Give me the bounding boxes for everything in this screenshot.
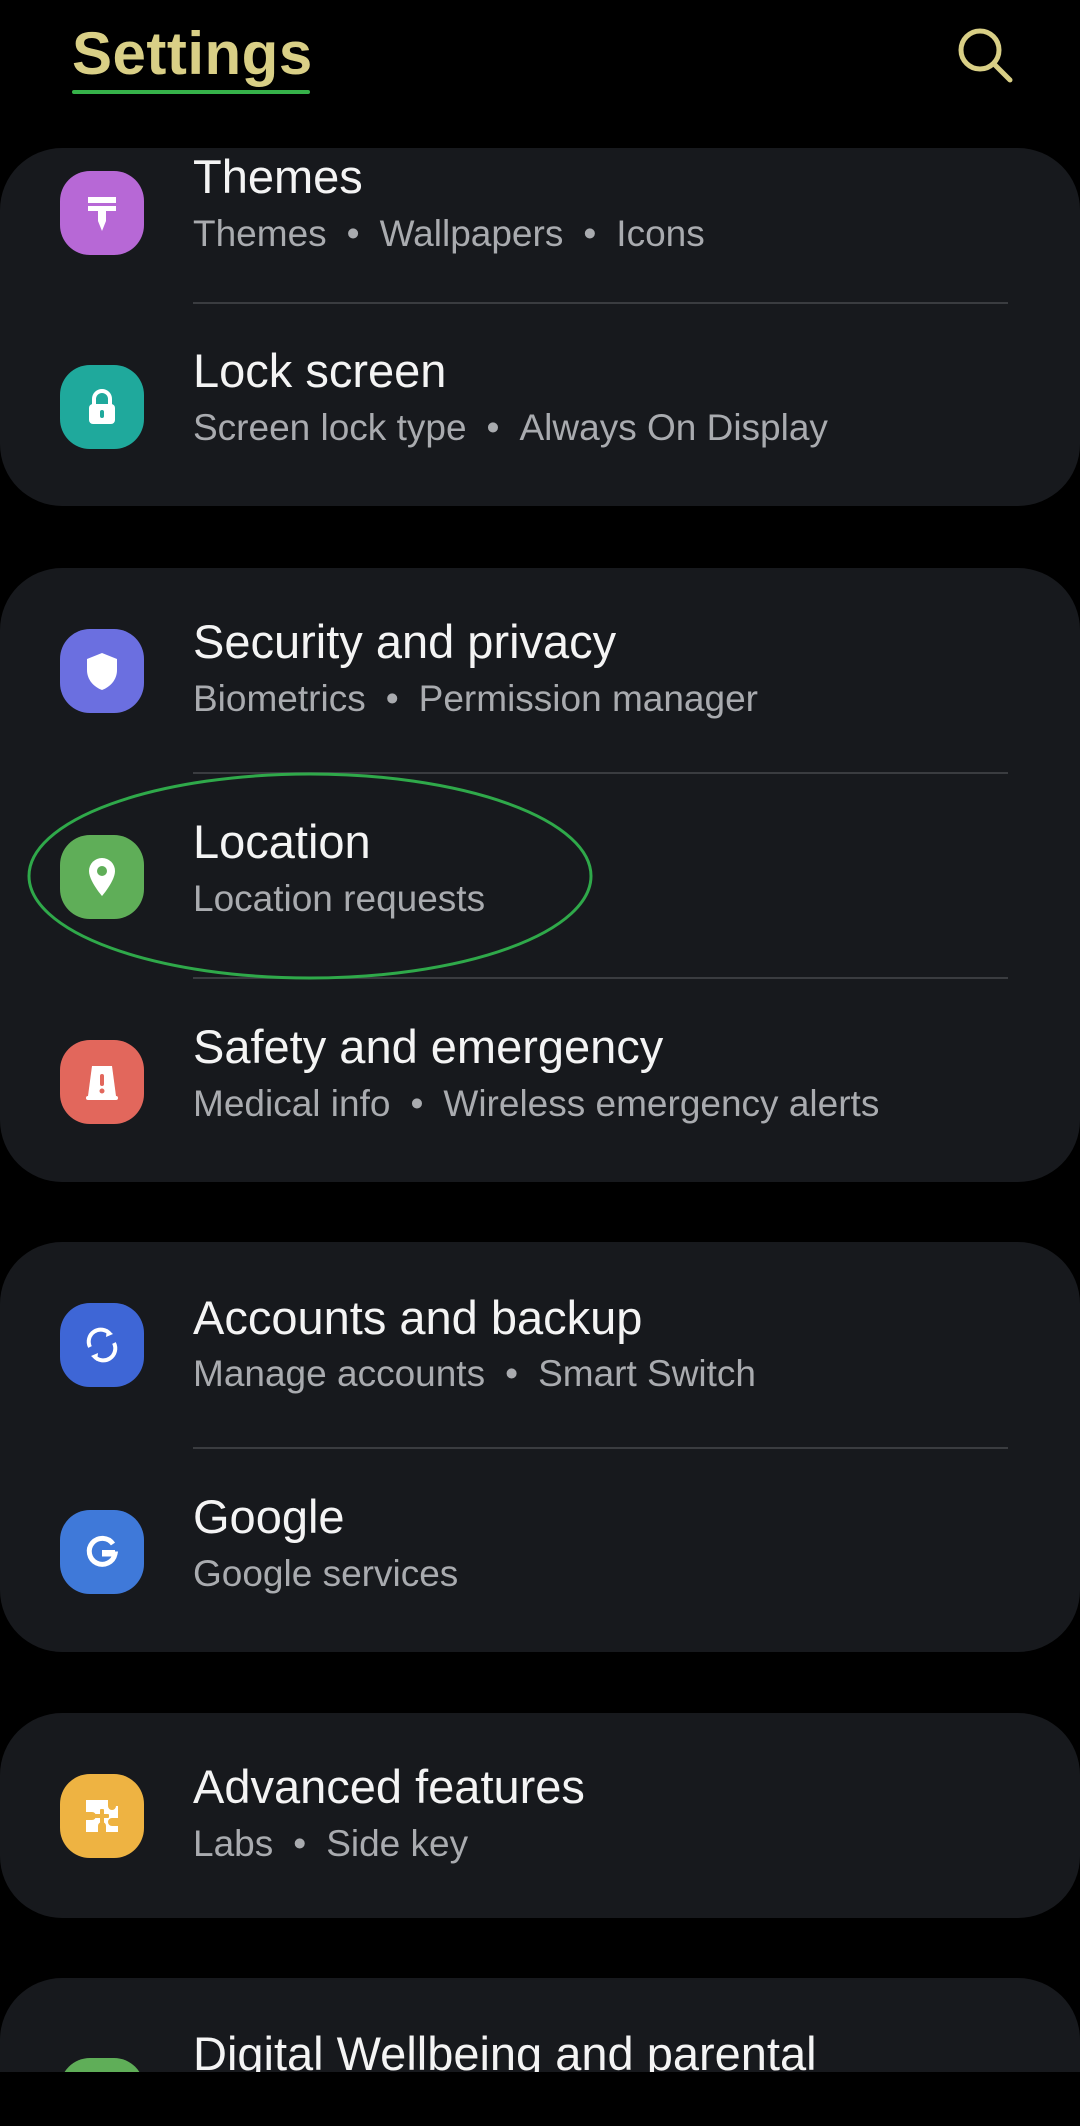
paint-brush-icon [60,170,144,255]
location-pin-icon [60,834,144,919]
settings-item-subtitle: Medical info • Wireless emergency alerts [193,1083,880,1124]
settings-item-title: Lock screen [193,344,447,397]
settings-item-subtitle: Screen lock type • Always On Display [193,407,828,448]
settings-item-title: Accounts and backup [193,1291,643,1344]
settings-group-advanced: Advanced features Labs • Side key [0,1713,1080,1918]
lock-icon [60,364,144,449]
settings-item-title: Themes [193,150,363,203]
google-g-icon [60,1509,144,1594]
settings-item-subtitle: Google services [193,1553,459,1594]
settings-item-digital-wellbeing[interactable]: Digital Wellbeing and parental [0,1978,1080,2072]
settings-item-safety-emergency[interactable]: Safety and emergency Medical info • Wirele… [0,979,1080,1184]
warning-icon [60,1039,144,1124]
app-header: Settings [0,0,1080,130]
settings-item-title: Google [193,1490,345,1543]
title-underline [72,90,310,94]
settings-item-title: Security and privacy [193,615,617,668]
page-title: Settings [72,20,313,87]
settings-item-accounts-backup[interactable]: Accounts and backup Manage accounts • Smar… [0,1242,1080,1447]
search-button[interactable] [950,20,1020,90]
wellbeing-icon [60,2058,144,2072]
settings-item-google[interactable]: Google Google services [0,1449,1080,1654]
settings-item-title: Digital Wellbeing and parental [193,2027,817,2072]
settings-item-location[interactable]: Location Location requests [0,774,1080,979]
settings-group-display: Themes Themes • Wallpapers • Icons Lock scre… [0,148,1080,506]
puzzle-plus-icon [60,1773,144,1858]
settings-group-accounts: Accounts and backup Manage accounts • Smar… [0,1242,1080,1652]
settings-item-subtitle: Labs • Side key [193,1823,469,1864]
settings-group-wellbeing: Digital Wellbeing and parental [0,1978,1080,2072]
settings-item-subtitle: Themes • Wallpapers • Icons [193,213,705,254]
settings-item-themes[interactable]: Themes Themes • Wallpapers • Icons [0,110,1080,315]
settings-item-title: Location [193,815,371,868]
settings-item-subtitle: Manage accounts • Smart Switch [193,1353,756,1394]
settings-item-subtitle: Biometrics • Permission manager [193,678,758,719]
settings-item-lock-screen[interactable]: Lock screen Screen lock type • Always On D… [0,304,1080,509]
bottom-edge [0,2072,1080,2126]
search-icon [958,28,1013,83]
settings-item-title: Safety and emergency [193,1020,664,1073]
settings-item-subtitle: Location requests [193,878,486,919]
settings-group-security: Security and privacy Biometrics • Permissi… [0,568,1080,1182]
sync-icon [60,1302,144,1387]
settings-item-title: Advanced features [193,1760,585,1813]
shield-icon [60,628,144,713]
settings-item-security-privacy[interactable]: Security and privacy Biometrics • Permissi… [0,568,1080,773]
settings-item-advanced-features[interactable]: Advanced features Labs • Side key [0,1713,1080,1918]
settings-list[interactable]: Themes Themes • Wallpapers • Icons Lock scre… [0,0,1080,2072]
